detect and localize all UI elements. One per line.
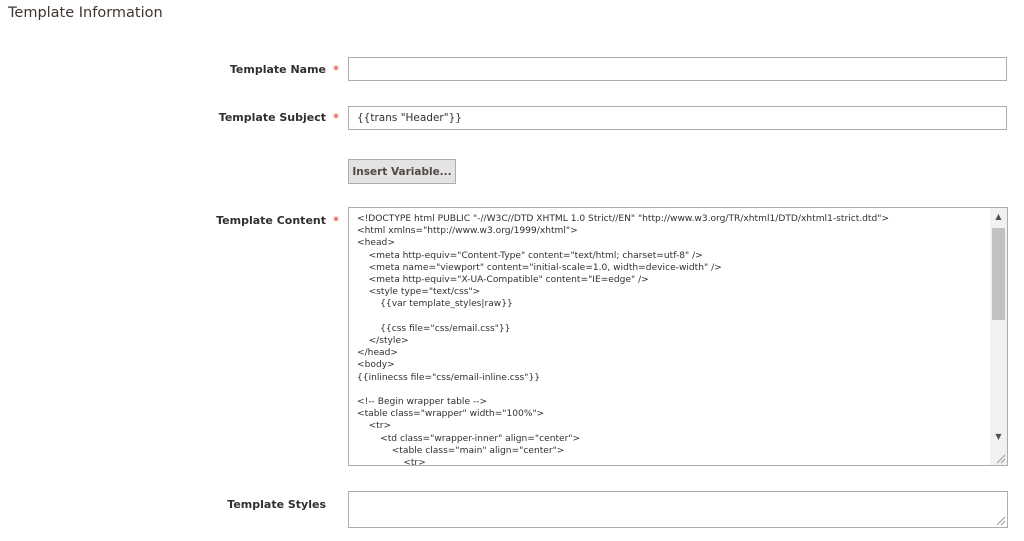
template-subject-required-mark: *: [333, 111, 339, 125]
insert-variable-button[interactable]: Insert Variable...: [348, 159, 456, 184]
template-styles-textarea[interactable]: [348, 491, 1008, 528]
template-subject-label: Template Subject: [218, 111, 326, 124]
scroll-up-arrow-icon[interactable]: ▲: [990, 208, 1007, 225]
template-content-label: Template Content: [216, 214, 326, 227]
vertical-scrollbar[interactable]: ▲ ▼: [990, 208, 1007, 465]
template-subject-input[interactable]: [348, 106, 1007, 130]
template-content-textarea[interactable]: <!DOCTYPE html PUBLIC "-//W3C//DTD XHTML…: [348, 207, 1008, 466]
template-content-code: <!DOCTYPE html PUBLIC "-//W3C//DTD XHTML…: [357, 214, 890, 466]
template-name-input[interactable]: [348, 57, 1007, 81]
resize-grip-icon[interactable]: [994, 452, 1006, 464]
scroll-down-arrow-icon[interactable]: ▼: [990, 428, 1007, 445]
resize-grip-icon[interactable]: [994, 514, 1006, 526]
template-name-label: Template Name: [229, 63, 326, 76]
template-styles-label: Template Styles: [227, 498, 326, 511]
section-title: Template Information: [8, 5, 163, 21]
scrollbar-thumb[interactable]: [992, 228, 1005, 320]
template-content-required-mark: *: [333, 214, 339, 228]
template-name-required-mark: *: [333, 63, 339, 77]
template-information-page: Template Information Template Name * Tem…: [0, 0, 1024, 541]
